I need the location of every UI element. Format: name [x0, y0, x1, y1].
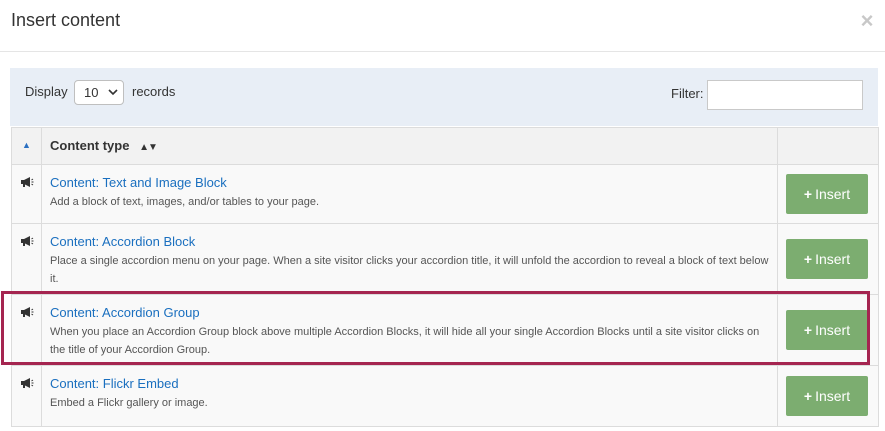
row-icon-cell — [11, 223, 42, 295]
chevron-down-icon — [108, 84, 118, 103]
sort-column-header[interactable]: ▲ — [11, 127, 42, 165]
action-cell: + Insert — [777, 294, 879, 366]
row-icon-cell — [11, 164, 42, 224]
content-type-cell: Content: Accordion Block Place a single … — [41, 223, 778, 295]
content-type-description: When you place an Accordion Group block … — [50, 326, 760, 356]
insert-button[interactable]: + Insert — [786, 310, 868, 350]
insert-button[interactable]: + Insert — [786, 239, 868, 279]
content-type-table: ▲ Content type ▲▼ Content: Text and Imag… — [11, 127, 879, 431]
insert-button-label: Insert — [815, 186, 851, 202]
content-type-cell: Content: Accordion Group When you place … — [41, 294, 778, 366]
filter-label: Filter: — [671, 86, 704, 101]
modal-title: Insert content — [11, 10, 121, 30]
content-type-description: Embed a Flickr gallery or image. — [50, 397, 208, 409]
modal-header: Insert content × — [0, 0, 885, 52]
table-row: Content: Flickr Embed Embed a Flickr gal… — [11, 365, 879, 427]
table-toolbar: Display 10 records Filter: — [10, 68, 878, 126]
table-row: Content: Text and Image Block Add a bloc… — [11, 164, 879, 224]
plus-icon: + — [803, 322, 813, 338]
content-type-column-header[interactable]: Content type ▲▼ — [41, 127, 778, 165]
megaphone-icon — [20, 305, 34, 317]
table-row: Content: Accordion Group When you place … — [11, 294, 879, 366]
row-icon-cell — [11, 365, 42, 427]
plus-icon: + — [803, 186, 813, 202]
content-type-description: Add a block of text, images, and/or tabl… — [50, 196, 320, 208]
action-cell: + Insert — [777, 223, 879, 295]
content-type-header-label: Content type — [50, 138, 130, 153]
megaphone-icon — [20, 234, 34, 246]
action-cell: + Insert — [777, 365, 879, 427]
table-header-row: ▲ Content type ▲▼ — [11, 127, 879, 165]
insert-button-label: Insert — [815, 251, 851, 267]
records-label: records — [132, 84, 176, 99]
filter-input[interactable] — [707, 80, 863, 110]
content-type-description: Place a single accordion menu on your pa… — [50, 255, 769, 285]
close-icon[interactable]: × — [857, 10, 877, 32]
sort-ascending-icon: ▲ — [22, 140, 31, 150]
sort-both-icon: ▲▼ — [139, 142, 158, 153]
content-type-link[interactable]: Content: Text and Image Block — [50, 174, 769, 192]
content-type-link[interactable]: Content: Flickr Embed — [50, 375, 769, 393]
display-label: Display — [25, 84, 68, 99]
table-row: Content: Accordion Block Place a single … — [11, 223, 879, 295]
insert-button-label: Insert — [815, 322, 851, 338]
megaphone-icon — [20, 175, 34, 187]
row-icon-cell — [11, 294, 42, 366]
insert-button[interactable]: + Insert — [786, 376, 868, 416]
content-type-link[interactable]: Content: Accordion Group — [50, 304, 769, 322]
megaphone-icon — [20, 376, 34, 388]
content-type-link[interactable]: Content: Accordion Block — [50, 233, 769, 251]
action-column-header — [777, 127, 879, 165]
records-per-page-value: 10 — [84, 85, 99, 100]
plus-icon: + — [803, 388, 813, 404]
insert-button-label: Insert — [815, 388, 851, 404]
records-per-page-select[interactable]: 10 — [74, 80, 124, 105]
plus-icon: + — [803, 251, 813, 267]
action-cell: + Insert — [777, 164, 879, 224]
content-type-cell: Content: Text and Image Block Add a bloc… — [41, 164, 778, 224]
content-type-cell: Content: Flickr Embed Embed a Flickr gal… — [41, 365, 778, 427]
insert-button[interactable]: + Insert — [786, 174, 868, 214]
